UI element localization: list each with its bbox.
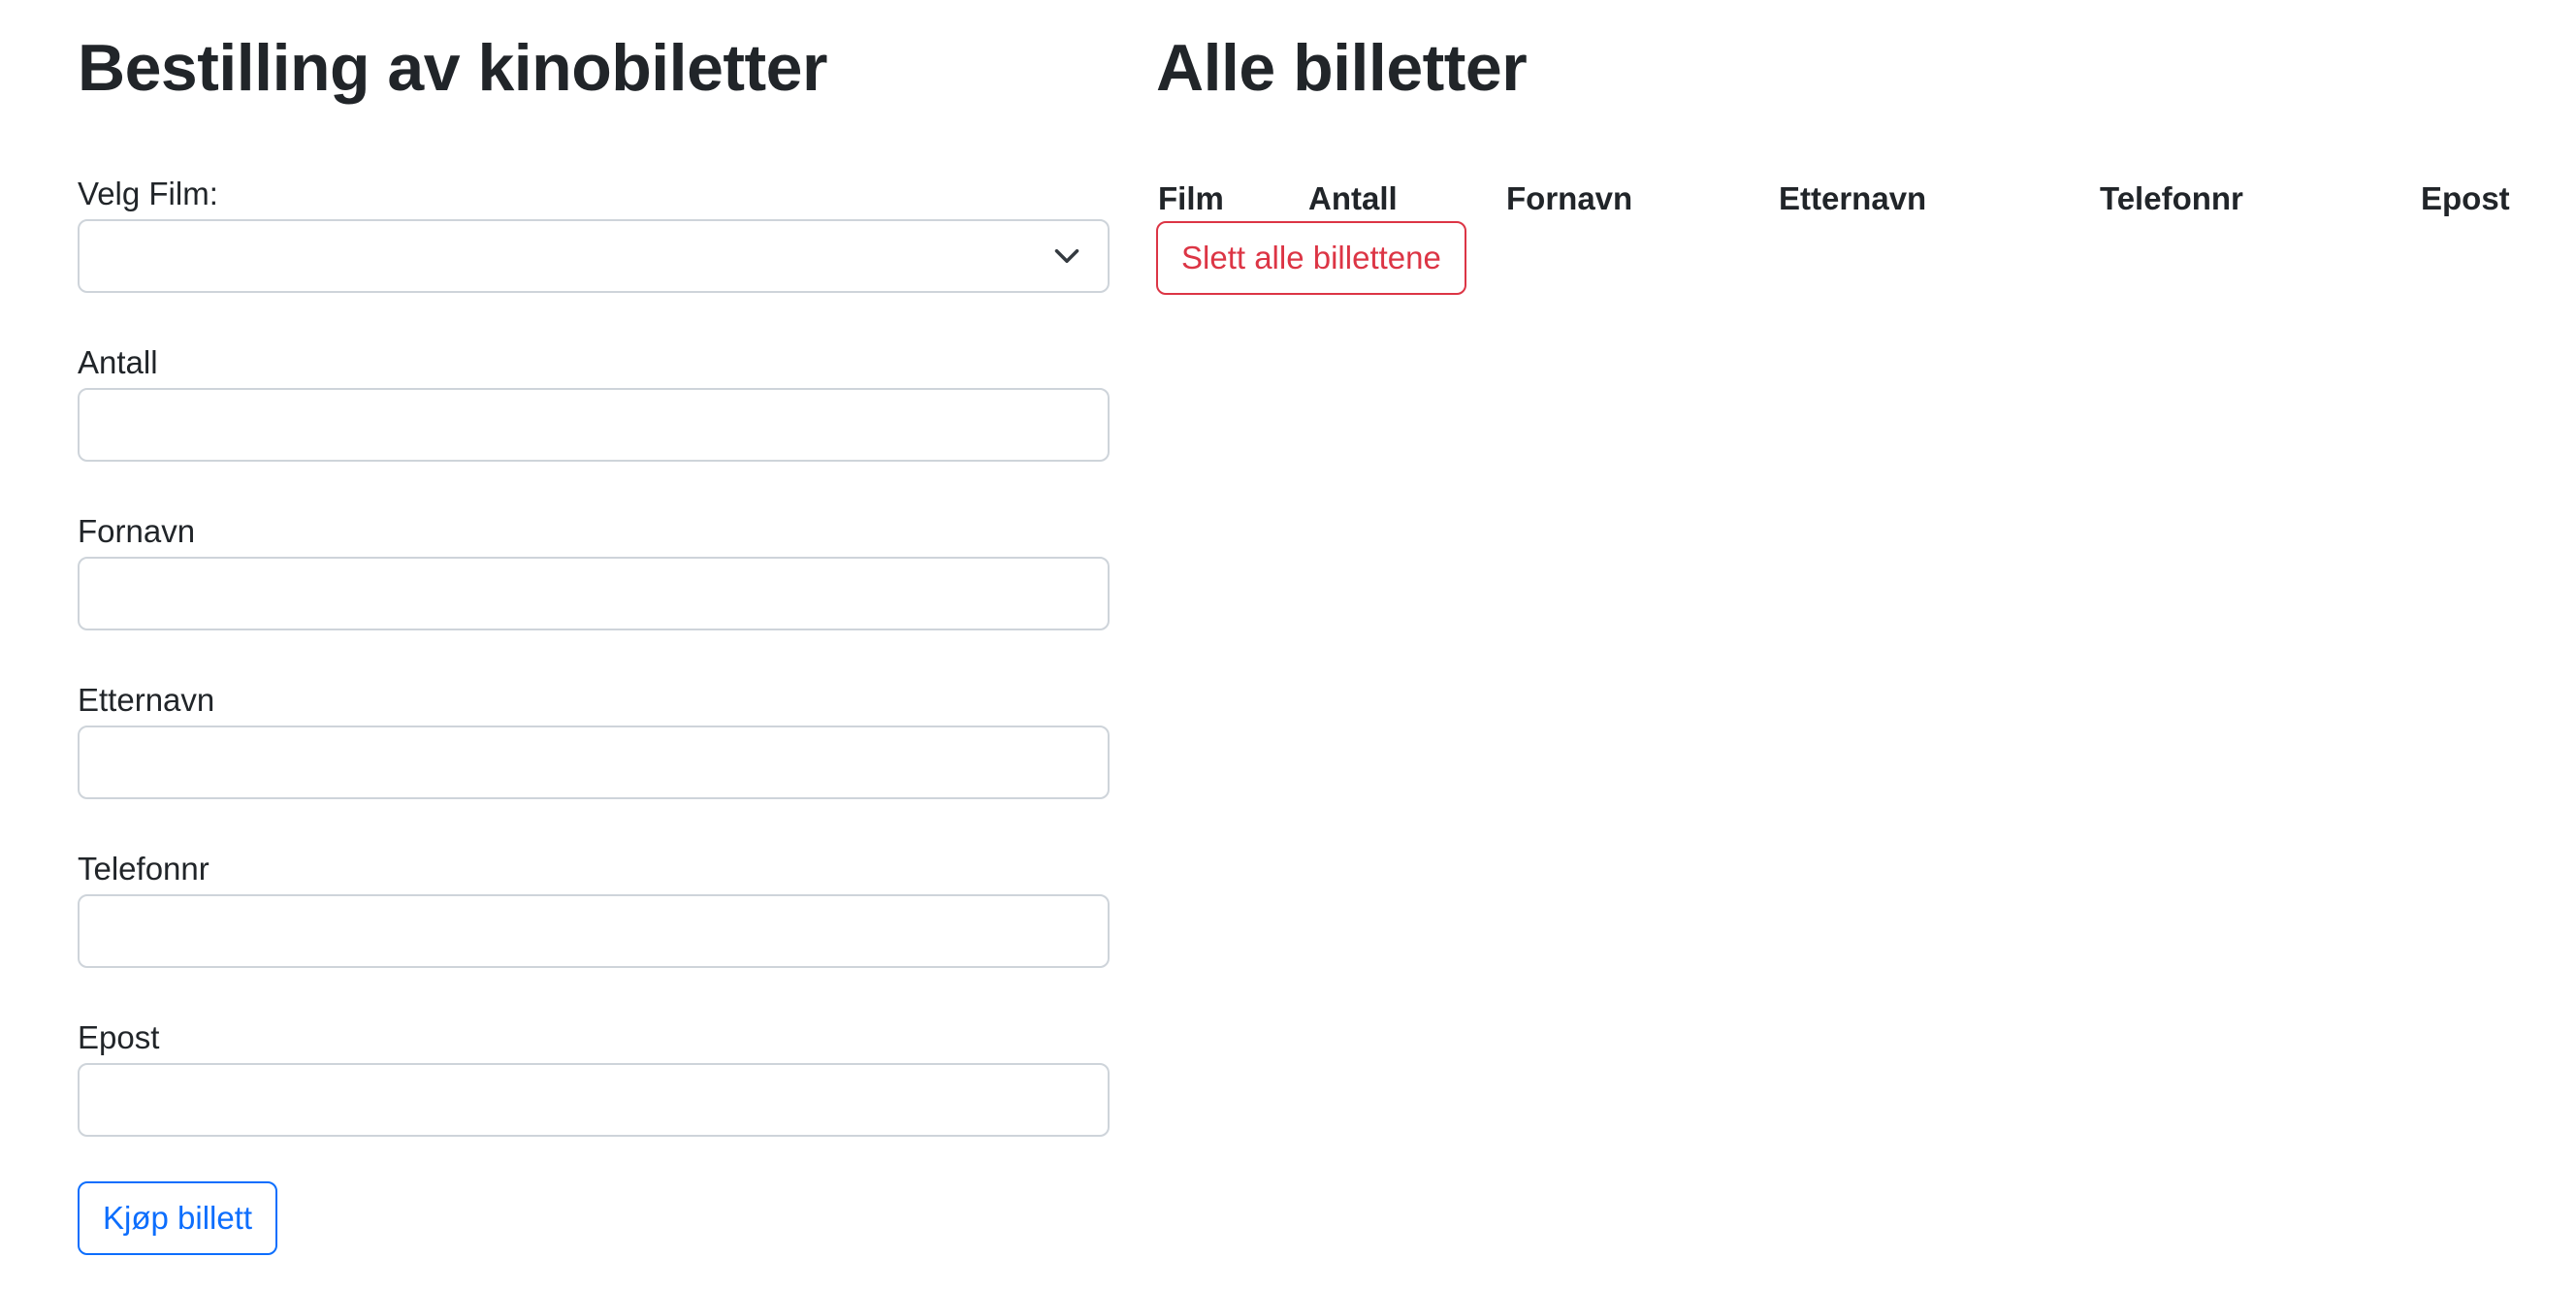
column-header-telefonnr: Telefonnr	[2100, 180, 2243, 216]
delete-all-tickets-button[interactable]: Slett alle billettene	[1156, 221, 1466, 295]
antall-label: Antall	[78, 344, 158, 380]
tickets-panel: Alle billetter Film Antall Fornavn Etter…	[1156, 29, 2533, 295]
column-header-etternavn: Etternavn	[1779, 180, 1927, 216]
etternavn-group: Etternavn	[78, 681, 1110, 799]
telefonnr-input[interactable]	[80, 896, 1108, 966]
page-title: Bestilling av kinobiletter	[78, 31, 827, 105]
antall-input[interactable]	[80, 390, 1108, 460]
column-header-fornavn: Fornavn	[1506, 180, 1633, 216]
fornavn-field-wrapper	[78, 557, 1110, 630]
epost-group: Epost	[78, 1018, 1110, 1137]
telefonnr-group: Telefonnr	[78, 850, 1110, 968]
film-label: Velg Film:	[78, 176, 218, 211]
order-form: Bestilling av kinobiletter Velg Film: An…	[78, 29, 1110, 1255]
etternavn-input[interactable]	[80, 727, 1108, 797]
antall-field-wrapper	[78, 388, 1110, 462]
etternavn-label: Etternavn	[78, 682, 215, 718]
buy-ticket-button[interactable]: Kjøp billett	[78, 1181, 278, 1255]
fornavn-label: Fornavn	[78, 513, 196, 549]
page: Bestilling av kinobiletter Velg Film: An…	[0, 0, 2576, 1290]
telefonnr-label: Telefonnr	[78, 851, 209, 887]
film-group: Velg Film:	[78, 175, 1110, 293]
epost-field-wrapper	[78, 1063, 1110, 1137]
chevron-down-icon	[1054, 249, 1079, 263]
telefonnr-field-wrapper	[78, 894, 1110, 968]
epost-label: Epost	[78, 1019, 160, 1055]
fornavn-group: Fornavn	[78, 512, 1110, 630]
antall-group: Antall	[78, 343, 1110, 462]
tickets-title: Alle billetter	[1156, 31, 1528, 105]
etternavn-field-wrapper	[78, 726, 1110, 799]
column-header-epost: Epost	[2421, 180, 2510, 216]
column-header-film: Film	[1158, 180, 1224, 216]
epost-input[interactable]	[80, 1065, 1108, 1135]
film-select[interactable]	[78, 219, 1110, 293]
fornavn-input[interactable]	[80, 559, 1108, 629]
tickets-table-header: Film Antall Fornavn Etternavn Telefonnr …	[1156, 175, 2533, 223]
column-header-antall: Antall	[1308, 180, 1398, 216]
